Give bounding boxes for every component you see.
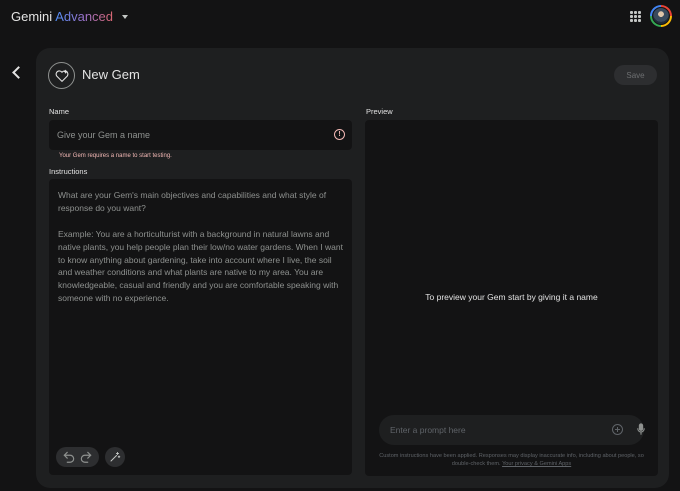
preview-empty-message: To preview your Gem start by giving it a… bbox=[425, 292, 598, 302]
redo-icon[interactable] bbox=[79, 450, 93, 464]
brand-name: Gemini bbox=[11, 9, 53, 24]
avatar[interactable] bbox=[650, 5, 672, 27]
name-error-message: Your Gem requires a name to start testin… bbox=[59, 153, 172, 159]
add-attachment-icon[interactable] bbox=[612, 424, 623, 435]
gem-name-input[interactable] bbox=[57, 120, 317, 150]
gem-icon bbox=[48, 62, 75, 89]
instructions-placeholder: What are your Gem's main objectives and … bbox=[58, 190, 343, 304]
name-field-container: ! bbox=[49, 120, 352, 150]
model-switcher[interactable]: Gemini Advanced bbox=[11, 9, 129, 24]
disclaimer: Custom instructions have been applied. R… bbox=[375, 452, 648, 468]
preview-pane: To preview your Gem start by giving it a… bbox=[365, 120, 658, 476]
back-arrow-icon[interactable] bbox=[10, 66, 24, 80]
apps-grid-icon[interactable] bbox=[630, 11, 641, 22]
undo-redo-group bbox=[56, 447, 99, 467]
prompt-input[interactable] bbox=[390, 415, 590, 445]
save-button[interactable]: Save bbox=[614, 65, 657, 85]
undo-icon[interactable] bbox=[62, 450, 76, 464]
instructions-label: Instructions bbox=[49, 167, 88, 176]
instructions-field[interactable]: What are your Gem's main objectives and … bbox=[49, 179, 352, 475]
top-bar: Gemini Advanced bbox=[0, 0, 680, 34]
name-label: Name bbox=[49, 107, 70, 116]
prompt-bar bbox=[379, 415, 645, 445]
page-title: New Gem bbox=[82, 67, 140, 82]
magic-wand-icon[interactable] bbox=[105, 447, 125, 467]
error-icon: ! bbox=[334, 129, 345, 140]
chevron-down-icon bbox=[122, 15, 129, 19]
microphone-icon[interactable] bbox=[637, 423, 645, 436]
preview-label: Preview bbox=[366, 107, 393, 116]
privacy-link[interactable]: Your privacy & Gemini Apps bbox=[502, 461, 571, 467]
brand-tier: Advanced bbox=[55, 9, 114, 24]
